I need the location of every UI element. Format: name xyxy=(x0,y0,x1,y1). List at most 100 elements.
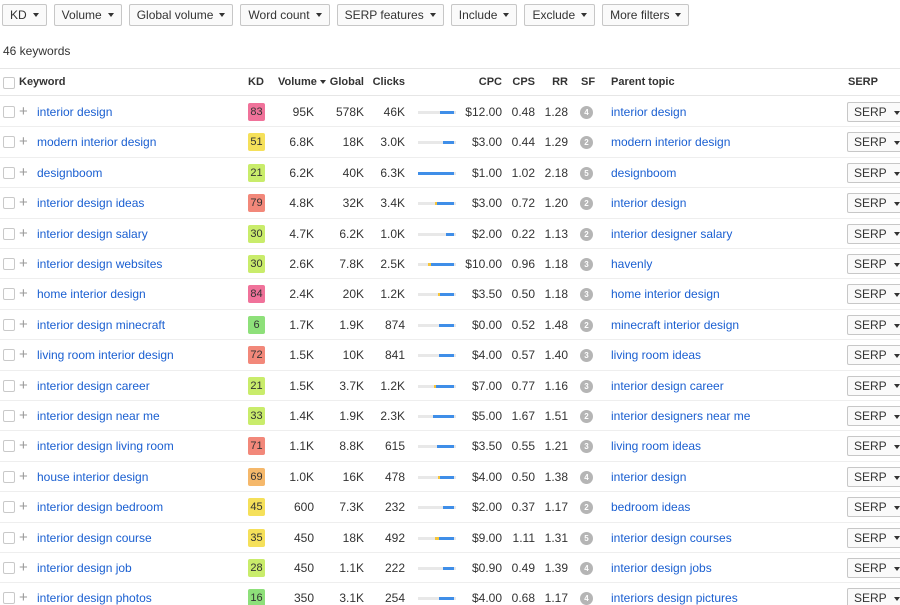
serp-features-count-badge[interactable]: 4 xyxy=(580,562,593,575)
row-checkbox[interactable] xyxy=(3,501,15,514)
serp-features-count-badge[interactable]: 5 xyxy=(580,531,593,545)
row-checkbox[interactable] xyxy=(3,410,15,422)
parent-topic-link[interactable]: interior design jobs xyxy=(611,553,712,583)
parent-topic-link[interactable]: modern interior design xyxy=(611,127,730,157)
serp-button[interactable]: SERP xyxy=(847,132,900,153)
kd-filter-button[interactable]: KD xyxy=(2,4,47,26)
parent-topic-link[interactable]: interior design xyxy=(611,188,686,218)
exclude-filter-button[interactable]: Exclude xyxy=(524,4,596,26)
more-filters-button[interactable]: More filters xyxy=(602,4,690,26)
add-to-list-icon[interactable]: + xyxy=(19,340,28,370)
header-global[interactable]: Global xyxy=(322,69,364,96)
add-to-list-icon[interactable]: + xyxy=(19,127,28,157)
serp-features-count-badge[interactable]: 4 xyxy=(580,106,593,119)
serp-button[interactable]: SERP xyxy=(847,436,900,457)
keyword-link[interactable]: home interior design xyxy=(37,279,146,309)
row-checkbox[interactable] xyxy=(3,562,15,574)
parent-topic-link[interactable]: living room ideas xyxy=(611,431,701,461)
serp-button[interactable]: SERP xyxy=(847,527,900,548)
keyword-link[interactable]: house interior design xyxy=(37,462,148,492)
serp-button[interactable]: SERP xyxy=(847,193,900,214)
row-checkbox[interactable] xyxy=(3,592,15,605)
parent-topic-link[interactable]: designboom xyxy=(611,158,676,188)
keyword-link[interactable]: interior design bedroom xyxy=(37,492,163,522)
row-checkbox[interactable] xyxy=(3,136,15,149)
parent-topic-link[interactable]: interior designers near me xyxy=(611,401,750,431)
parent-topic-link[interactable]: interior designer salary xyxy=(611,219,732,249)
row-checkbox[interactable] xyxy=(3,166,15,179)
serp-features-count-badge[interactable]: 3 xyxy=(580,288,593,302)
serp-features-count-badge[interactable]: 4 xyxy=(580,592,593,605)
add-to-list-icon[interactable]: + xyxy=(19,492,28,522)
parent-topic-link[interactable]: interior design courses xyxy=(611,523,732,553)
row-checkbox[interactable] xyxy=(3,106,15,118)
serp-button[interactable]: SERP xyxy=(847,284,900,305)
keyword-link[interactable]: interior design near me xyxy=(37,401,160,431)
include-filter-button[interactable]: Include xyxy=(450,4,518,26)
parent-topic-link[interactable]: havenly xyxy=(611,249,652,279)
header-clicks[interactable]: Clicks xyxy=(368,69,405,96)
add-to-list-icon[interactable]: + xyxy=(19,279,28,309)
volume-filter-button[interactable]: Volume xyxy=(53,4,122,26)
parent-topic-link[interactable]: living room ideas xyxy=(611,340,701,370)
parent-topic-link[interactable]: home interior design xyxy=(611,279,720,309)
serp-button[interactable]: SERP xyxy=(847,102,900,122)
serp-button[interactable]: SERP xyxy=(847,497,900,518)
serp-button[interactable]: SERP xyxy=(847,406,900,426)
keyword-link[interactable]: interior design career xyxy=(37,371,150,401)
parent-topic-link[interactable]: interiors design pictures xyxy=(611,583,738,605)
add-to-list-icon[interactable]: + xyxy=(19,97,28,127)
keyword-link[interactable]: interior design websites xyxy=(37,249,162,279)
row-checkbox[interactable] xyxy=(3,440,15,453)
serp-features-count-badge[interactable]: 2 xyxy=(580,136,593,150)
row-checkbox[interactable] xyxy=(3,531,15,544)
serp-button[interactable]: SERP xyxy=(847,254,900,274)
serp-features-count-badge[interactable]: 5 xyxy=(580,166,593,180)
serp-features-count-badge[interactable]: 2 xyxy=(580,318,593,332)
serp-features-count-badge[interactable]: 3 xyxy=(580,440,593,454)
serp-button[interactable]: SERP xyxy=(847,558,900,578)
row-checkbox[interactable] xyxy=(3,379,15,392)
serp-button[interactable]: SERP xyxy=(847,466,900,487)
serp-button[interactable]: SERP xyxy=(847,162,900,183)
row-checkbox[interactable] xyxy=(3,197,15,210)
parent-topic-link[interactable]: interior design xyxy=(611,462,686,492)
serp-button[interactable]: SERP xyxy=(847,345,900,366)
keyword-link[interactable]: interior design ideas xyxy=(37,188,144,218)
keyword-link[interactable]: interior design xyxy=(37,97,112,127)
serp-features-count-badge[interactable]: 4 xyxy=(580,470,593,484)
add-to-list-icon[interactable]: + xyxy=(19,158,28,188)
keyword-link[interactable]: interior design job xyxy=(37,553,132,583)
keyword-link[interactable]: interior design photos xyxy=(37,583,152,605)
add-to-list-icon[interactable]: + xyxy=(19,249,28,279)
add-to-list-icon[interactable]: + xyxy=(19,219,28,249)
add-to-list-icon[interactable]: + xyxy=(19,523,28,553)
row-checkbox[interactable] xyxy=(3,258,15,270)
add-to-list-icon[interactable]: + xyxy=(19,462,28,492)
serp-button[interactable]: SERP xyxy=(847,223,900,244)
parent-topic-link[interactable]: bedroom ideas xyxy=(611,492,690,522)
serp-button[interactable]: SERP xyxy=(847,375,900,396)
add-to-list-icon[interactable]: + xyxy=(19,371,28,401)
header-cps[interactable]: CPS xyxy=(505,69,535,96)
serp-features-count-badge[interactable]: 2 xyxy=(580,410,593,423)
serp-features-count-badge[interactable]: 3 xyxy=(580,258,593,271)
add-to-list-icon[interactable]: + xyxy=(19,583,28,605)
header-parent-topic[interactable]: Parent topic xyxy=(611,69,675,96)
serp-button[interactable]: SERP xyxy=(847,588,900,605)
serp-features-count-badge[interactable]: 2 xyxy=(580,197,593,211)
add-to-list-icon[interactable]: + xyxy=(19,310,28,340)
header-kd[interactable]: KD xyxy=(248,69,264,96)
keyword-link[interactable]: interior design minecraft xyxy=(37,310,165,340)
select-all-checkbox[interactable] xyxy=(3,77,15,89)
header-volume[interactable]: Volume xyxy=(278,69,326,96)
keyword-link[interactable]: interior design salary xyxy=(37,219,148,249)
row-checkbox[interactable] xyxy=(3,470,15,483)
add-to-list-icon[interactable]: + xyxy=(19,188,28,218)
serp-features-count-badge[interactable]: 2 xyxy=(580,501,593,515)
row-checkbox[interactable] xyxy=(3,227,15,240)
serp-features-count-badge[interactable]: 2 xyxy=(580,227,593,241)
row-checkbox[interactable] xyxy=(3,288,15,301)
serp-features-filter-button[interactable]: SERP features xyxy=(336,4,444,26)
serp-features-count-badge[interactable]: 3 xyxy=(580,349,593,363)
